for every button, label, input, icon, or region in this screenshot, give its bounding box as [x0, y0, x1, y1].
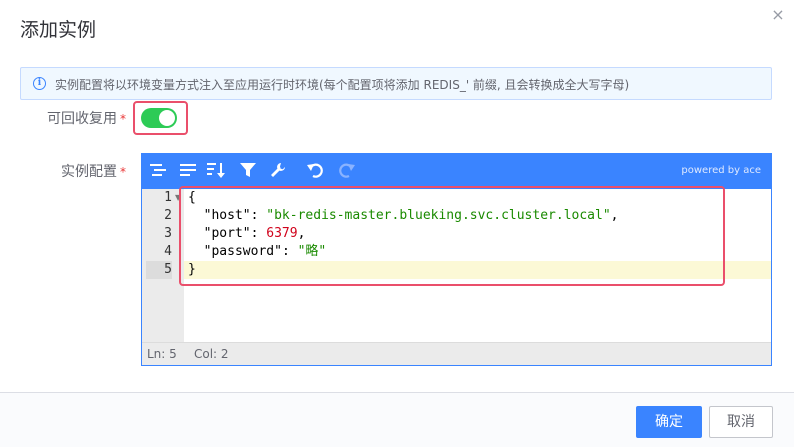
toggle-knob	[159, 110, 175, 126]
powered-by-text: powered by ace	[681, 165, 761, 176]
recyclable-label: 可回收复用 *	[47, 108, 126, 128]
info-icon: i	[33, 77, 46, 90]
alert-text: 实例配置将以环境变量方式注入至应用运行时环境(每个配置项将添加 REDIS_' …	[55, 78, 630, 92]
required-mark: *	[120, 165, 126, 179]
editor-toolbar: powered by ace	[142, 154, 771, 189]
instance-config-label-text: 实例配置	[61, 164, 117, 180]
dialog-title: 添加实例	[20, 19, 97, 41]
cursor-col: Col: 2	[194, 347, 229, 361]
recyclable-label-text: 可回收复用	[47, 111, 117, 127]
sort-icon[interactable]	[206, 162, 226, 182]
editor-gutter: 1 ▼ 2 3 4 5	[142, 189, 184, 342]
line-number: 5	[146, 261, 172, 279]
cancel-button[interactable]: 取消	[709, 406, 773, 438]
compact-icon[interactable]	[178, 162, 198, 182]
info-alert: i 实例配置将以环境变量方式注入至应用运行时环境(每个配置项将添加 REDIS_…	[20, 67, 772, 100]
close-icon[interactable]: ×	[770, 7, 786, 23]
line-number: 3	[164, 226, 172, 241]
undo-icon[interactable]	[306, 162, 326, 182]
required-mark: *	[120, 112, 126, 126]
confirm-button[interactable]: 确定	[636, 406, 702, 438]
add-instance-dialog: 添加实例 × i 实例配置将以环境变量方式注入至应用运行时环境(每个配置项将添加…	[0, 0, 794, 447]
redo-icon[interactable]	[336, 162, 356, 182]
recyclable-toggle[interactable]	[141, 108, 177, 128]
code-highlight	[179, 186, 725, 286]
filter-icon[interactable]	[238, 162, 258, 182]
instance-config-label: 实例配置 *	[61, 161, 126, 181]
repair-icon[interactable]	[268, 162, 288, 182]
dialog-footer: 确定 取消	[0, 392, 794, 447]
format-icon[interactable]	[148, 162, 168, 182]
line-number: 2	[164, 208, 172, 223]
cursor-line: Ln: 5	[147, 347, 177, 361]
editor-statusbar: Ln: 5 Col: 2	[142, 342, 771, 365]
line-number: 4	[164, 244, 172, 259]
line-number: 1	[164, 190, 172, 205]
